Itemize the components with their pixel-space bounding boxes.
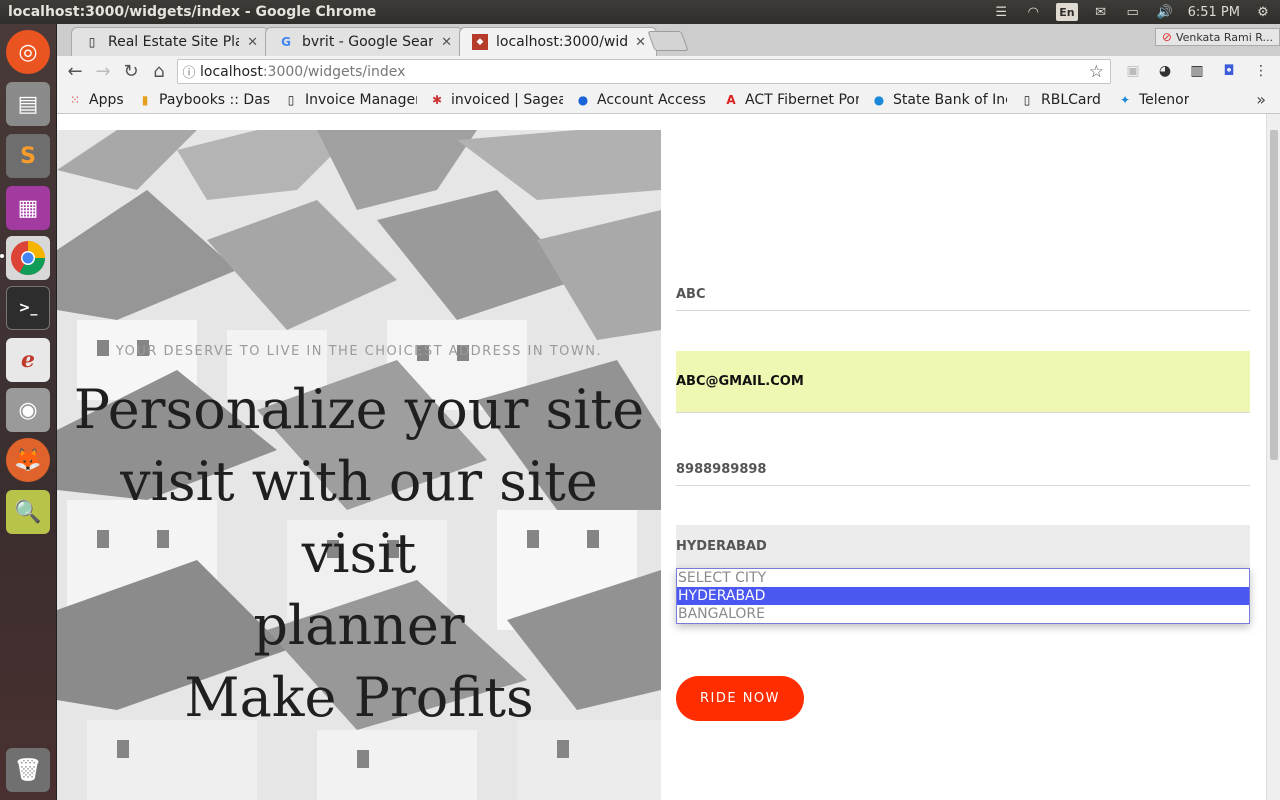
hero-headline: Personalize your site visit with our sit… bbox=[67, 374, 651, 734]
home-icon[interactable]: ⌂ bbox=[145, 58, 173, 84]
text-editor-icon[interactable]: ℯ bbox=[6, 338, 50, 382]
sublime-text-icon[interactable]: S bbox=[6, 134, 50, 178]
keyboard-lang-indicator[interactable]: En bbox=[1056, 3, 1078, 21]
city-option[interactable]: BANGALORE bbox=[677, 605, 1249, 623]
tab-real-estate[interactable]: ▯ Real Estate Site Pla ✕ bbox=[71, 27, 269, 56]
bookmark-sbi[interactable]: ● State Bank of Inc bbox=[865, 92, 1013, 108]
forward-arrow-icon[interactable]: → bbox=[89, 58, 117, 84]
hero-tagline: YOUR DESERVE TO LIVE IN THE CHOICEST ADD… bbox=[115, 344, 603, 359]
account-icon: ● bbox=[577, 92, 589, 107]
trash-icon[interactable]: 🗑 bbox=[6, 748, 50, 792]
clock[interactable]: 6:51 PM bbox=[1188, 3, 1240, 21]
doc-icon: ▯ bbox=[287, 92, 295, 107]
chat-extension-icon[interactable]: ◘ bbox=[1219, 61, 1239, 81]
indicator-area: ☰ ◠ En ✉ ▭ 🔊 6:51 PM ⚙ bbox=[992, 3, 1280, 21]
camera-icon[interactable]: ◉ bbox=[6, 388, 50, 432]
act-icon: A bbox=[726, 92, 736, 107]
paybooks-icon: ▮ bbox=[141, 92, 149, 107]
chevron-right-icon[interactable]: » bbox=[1256, 90, 1266, 109]
telenor-icon: ✦ bbox=[1119, 92, 1131, 107]
files-icon[interactable]: ▤ bbox=[6, 82, 50, 126]
bookmark-rblcard[interactable]: ▯ RBLCard bbox=[1013, 92, 1111, 108]
toolbar: ← → ↻ ⌂ ⓘ localhost:3000/widgets/index ☆… bbox=[57, 56, 1280, 86]
slack-icon: ✱ bbox=[431, 92, 443, 107]
bookmark-telenor[interactable]: ✦ Telenor bbox=[1111, 92, 1201, 108]
city-select[interactable]: HYDERABAD bbox=[676, 525, 1250, 568]
battery-icon[interactable]: ▭ bbox=[1124, 3, 1142, 21]
headline-line: Make Profits bbox=[184, 666, 534, 729]
bookmark-account-access[interactable]: ● Account Access - bbox=[569, 92, 717, 108]
launcher: ◎ ▤ S ▦ >_ ℯ ◉ 🦊 🔍 🗑 bbox=[0, 24, 57, 800]
ride-now-button[interactable]: RIDE NOW bbox=[676, 676, 804, 721]
terminal-icon[interactable]: >_ bbox=[6, 286, 50, 330]
settings-gear-icon[interactable]: ⚙ bbox=[1254, 3, 1272, 21]
image-viewer-icon[interactable]: 🔍 bbox=[6, 490, 50, 534]
top-panel: localhost:3000/widgets/index - Google Ch… bbox=[0, 0, 1280, 24]
scrollbar-thumb[interactable] bbox=[1270, 130, 1278, 460]
profile-button[interactable]: ⊘ Venkata Rami R... bbox=[1154, 28, 1280, 46]
window-title: localhost:3000/widgets/index - Google Ch… bbox=[8, 4, 377, 20]
site-icon: ◆ bbox=[472, 34, 488, 50]
info-icon[interactable]: ⓘ bbox=[178, 62, 200, 81]
headline-line: visit with our site visit bbox=[120, 450, 598, 585]
more-menu-icon[interactable]: ⋮ bbox=[1251, 61, 1271, 81]
new-tab-button[interactable] bbox=[647, 31, 689, 51]
bookmark-paybooks[interactable]: ▮ Paybooks :: Dash bbox=[131, 92, 277, 108]
reload-icon[interactable]: ↻ bbox=[117, 58, 145, 84]
workspace-switcher-icon[interactable]: ▦ bbox=[6, 186, 50, 230]
close-icon[interactable]: ✕ bbox=[247, 35, 258, 50]
email-field[interactable]: ABC@GMAIL.COM bbox=[676, 351, 1250, 413]
film-extension-icon[interactable]: ▥ bbox=[1187, 61, 1207, 81]
bookmark-invoice-manager[interactable]: ▯ Invoice Manager bbox=[277, 92, 423, 108]
google-icon: G bbox=[281, 35, 291, 49]
tab-google-search[interactable]: G bvrit - Google Searc ✕ bbox=[265, 27, 463, 56]
doc-icon: ▯ bbox=[88, 35, 96, 49]
page-scrollbar[interactable] bbox=[1266, 114, 1280, 800]
close-icon[interactable]: ✕ bbox=[441, 35, 452, 50]
phone-field[interactable]: 8988989898 bbox=[676, 453, 1250, 486]
bookmark-apps[interactable]: ⁙ Apps bbox=[61, 92, 131, 108]
ubuntu-dash-icon[interactable]: ◎ bbox=[6, 30, 50, 74]
menu-icon[interactable]: ☰ bbox=[992, 3, 1010, 21]
tab-localhost[interactable]: ◆ localhost:3000/wid ✕ bbox=[459, 27, 657, 56]
bookmark-invoiced[interactable]: ✱ invoiced | Sageal bbox=[423, 92, 569, 108]
headline-line: planner bbox=[253, 594, 465, 657]
cast-extension-icon[interactable]: ▣ bbox=[1123, 61, 1143, 81]
site-visit-form: ABC ABC@GMAIL.COM 8988989898 HYDERABAD S… bbox=[676, 114, 1250, 800]
bookmark-star-icon[interactable]: ☆ bbox=[1089, 62, 1104, 82]
bookmark-act-fibernet[interactable]: A ACT Fibernet Por bbox=[717, 92, 865, 108]
running-indicator bbox=[0, 254, 4, 258]
wifi-icon[interactable]: ◠ bbox=[1024, 3, 1042, 21]
profile-icon: ⊘ bbox=[1161, 30, 1172, 44]
firefox-icon[interactable]: 🦊 bbox=[6, 438, 50, 482]
speed-extension-icon[interactable]: ◕ bbox=[1155, 61, 1175, 81]
chrome-icon[interactable] bbox=[6, 236, 50, 280]
sbi-icon: ● bbox=[873, 92, 885, 107]
email-value: ABC@GMAIL.COM bbox=[676, 374, 804, 389]
bookmarks-bar: ⁙ Apps ▮ Paybooks :: Dash ▯ Invoice Manager… bbox=[57, 86, 1280, 114]
back-arrow-icon[interactable]: ← bbox=[61, 58, 89, 84]
web-page: YOUR DESERVE TO LIVE IN THE CHOICEST ADD… bbox=[57, 114, 1280, 800]
close-icon[interactable]: ✕ bbox=[635, 35, 646, 50]
apps-grid-icon: ⁙ bbox=[69, 92, 81, 107]
name-field[interactable]: ABC bbox=[676, 279, 1250, 311]
city-option[interactable]: SELECT CITY bbox=[677, 569, 1249, 587]
headline-line: Personalize your site bbox=[73, 378, 645, 441]
city-dropdown-list: SELECT CITY HYDERABAD BANGALORE bbox=[676, 568, 1250, 624]
city-option[interactable]: HYDERABAD bbox=[677, 587, 1249, 605]
tab-strip: ▯ Real Estate Site Pla ✕ G bvrit - Googl… bbox=[57, 24, 1280, 56]
mail-icon[interactable]: ✉ bbox=[1092, 3, 1110, 21]
volume-icon[interactable]: 🔊 bbox=[1156, 3, 1174, 21]
hero-section: YOUR DESERVE TO LIVE IN THE CHOICEST ADD… bbox=[57, 130, 661, 800]
address-bar[interactable]: ⓘ localhost:3000/widgets/index ☆ bbox=[177, 59, 1111, 84]
doc-icon: ▯ bbox=[1023, 92, 1031, 107]
